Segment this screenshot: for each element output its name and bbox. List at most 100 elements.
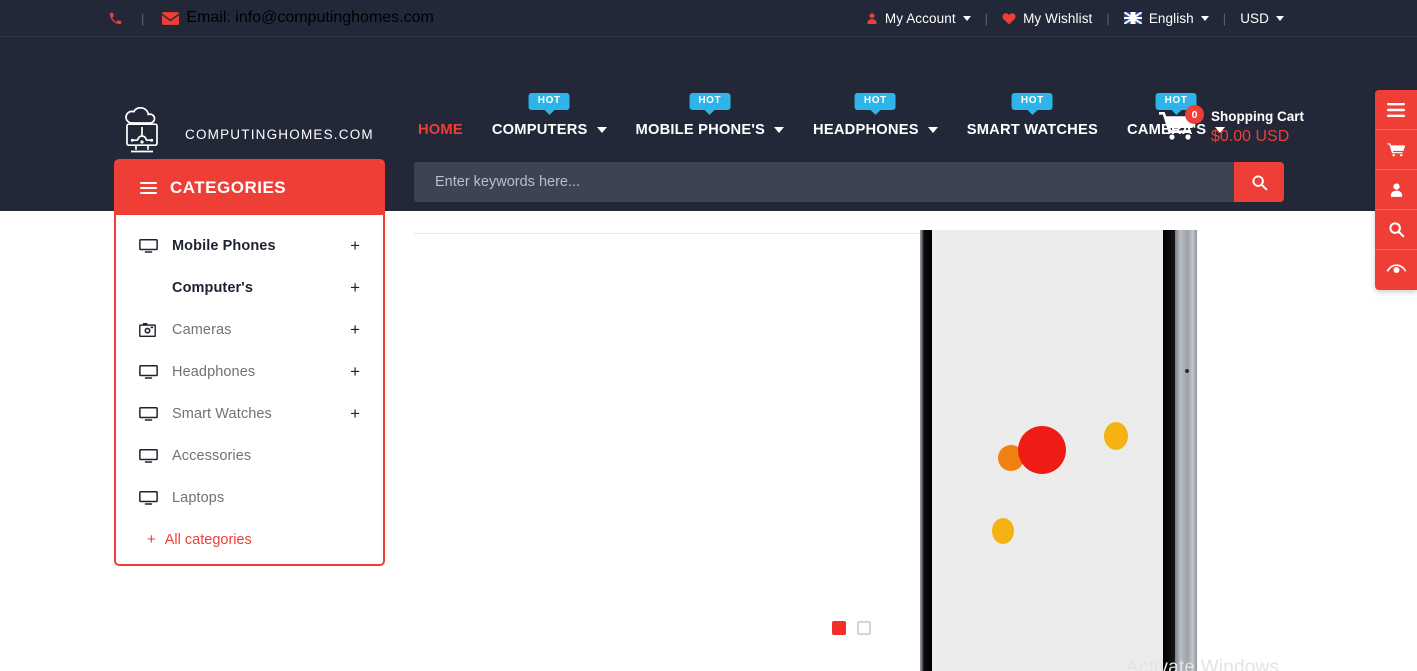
language-label: English xyxy=(1148,10,1194,26)
chevron-down-icon xyxy=(962,15,971,21)
slider-dot-1[interactable] xyxy=(832,621,846,635)
monitor-icon xyxy=(139,364,158,380)
phone-side-dot xyxy=(1185,369,1189,373)
category-label: Smart Watches xyxy=(172,406,272,422)
hamburger-icon xyxy=(140,182,157,194)
categories-header[interactable]: CATEGORIES xyxy=(116,161,383,215)
category-label: Laptops xyxy=(172,490,225,506)
nav-item-home[interactable]: HOME xyxy=(418,122,463,138)
nav-item-computers[interactable]: HOT COMPUTERS xyxy=(491,93,607,138)
nav-label: COMPUTERS xyxy=(491,122,588,138)
email-text: Email: info@computinghomes.com xyxy=(186,9,434,26)
phone-icon[interactable] xyxy=(108,11,123,26)
dock-cart-button[interactable] xyxy=(1375,130,1417,170)
hot-badge: HOT xyxy=(528,93,570,110)
decor-blob-yellow-1 xyxy=(1104,422,1128,450)
category-item-accessories[interactable]: Accessories xyxy=(116,435,383,477)
categories-title: CATEGORIES xyxy=(170,178,287,197)
phone-side-frame xyxy=(1175,230,1197,671)
hot-badge: HOT xyxy=(1011,93,1053,110)
phone-screen xyxy=(932,230,1163,671)
category-item-cameras[interactable]: Cameras + xyxy=(116,309,383,351)
topbar-separator-1: | xyxy=(141,10,145,26)
nav-label: HOME xyxy=(418,122,463,138)
all-categories-label: All categories xyxy=(164,531,252,548)
menu-list-icon xyxy=(1387,102,1405,117)
topbar-separator-4: | xyxy=(1222,10,1227,26)
shopping-cart-widget[interactable]: 0 Shopping Cart $0.00 USD xyxy=(1158,105,1304,147)
windows-activation-watermark: Activate Windows xyxy=(1126,657,1280,671)
my-account-label: My Account xyxy=(884,10,956,26)
search-icon xyxy=(1251,174,1268,191)
monitor-icon xyxy=(139,238,158,254)
monitor-icon xyxy=(139,490,158,506)
cart-text-group: Shopping Cart $0.00 USD xyxy=(1211,107,1304,147)
topbar-separator-2: | xyxy=(984,10,989,26)
cart-total-price: $0.00 USD xyxy=(1211,128,1290,145)
category-item-headphones[interactable]: Headphones + xyxy=(116,351,383,393)
category-item-computers[interactable]: Computer's + xyxy=(116,267,383,309)
dock-recently-viewed-button[interactable] xyxy=(1375,250,1417,290)
decor-blob-yellow-2 xyxy=(992,518,1014,544)
monitor-icon xyxy=(139,448,158,464)
slider-dot-2[interactable] xyxy=(857,621,871,635)
expand-plus-icon[interactable]: + xyxy=(350,362,360,382)
top-utility-bar: | Email: info@computinghomes.com My Acco… xyxy=(0,0,1417,37)
expand-plus-icon[interactable]: + xyxy=(350,278,360,298)
dock-account-button[interactable] xyxy=(1375,170,1417,210)
nav-label: MOBILE PHONE'S xyxy=(635,122,766,138)
my-wishlist-link[interactable]: My Wishlist xyxy=(1002,11,1092,26)
nav-item-smart-watches[interactable]: HOT SMART WATCHES xyxy=(966,93,1098,138)
chevron-down-icon xyxy=(1276,15,1284,21)
user-icon xyxy=(1389,182,1404,198)
nav-item-headphones[interactable]: HOT HEADPHONES xyxy=(813,93,938,138)
cart-icon[interactable]: 0 xyxy=(1158,105,1204,145)
cart-count-badge: 0 xyxy=(1185,105,1204,124)
topbar-account-group: My Account | My Wishlist | English | USD xyxy=(866,0,1284,36)
user-icon xyxy=(866,12,878,25)
dock-search-button[interactable] xyxy=(1375,210,1417,250)
category-item-smart-watches[interactable]: Smart Watches + xyxy=(116,393,383,435)
category-item-laptops[interactable]: Laptops xyxy=(116,477,383,519)
expand-plus-icon[interactable]: + xyxy=(350,236,360,256)
heart-icon xyxy=(1002,12,1016,25)
currency-selector[interactable]: USD xyxy=(1240,11,1284,26)
category-label: Accessories xyxy=(172,448,252,464)
nav-label: SMART WATCHES xyxy=(966,122,1098,138)
chevron-down-icon xyxy=(774,127,785,133)
dock-menu-button[interactable] xyxy=(1375,90,1417,130)
logo-text: COMPUTINGHOMES.COM xyxy=(185,126,374,142)
topbar-separator-3: | xyxy=(1106,10,1110,26)
monitor-icon xyxy=(139,406,158,422)
phone-side-line xyxy=(1185,260,1186,415)
search-icon xyxy=(1388,221,1405,238)
product-slider-image[interactable] xyxy=(920,230,1197,671)
language-selector[interactable]: English xyxy=(1123,10,1209,26)
search-input[interactable] xyxy=(414,162,1234,202)
categories-panel: CATEGORIES Mobile Phones + Computer's + … xyxy=(114,159,385,566)
floating-side-toolbar xyxy=(1375,90,1417,290)
decor-blob-red xyxy=(1018,426,1066,474)
uk-flag-icon xyxy=(1123,12,1142,24)
envelope-icon xyxy=(162,11,180,25)
hot-badge: HOT xyxy=(689,93,731,110)
page-root: | Email: info@computinghomes.com My Acco… xyxy=(0,0,1417,671)
chevron-down-icon xyxy=(927,127,938,133)
category-label: Cameras xyxy=(172,322,232,338)
category-item-mobile-phones[interactable]: Mobile Phones + xyxy=(116,225,383,267)
cart-icon xyxy=(1386,141,1406,158)
cloud-monitor-logo-icon xyxy=(114,107,170,161)
site-logo[interactable]: COMPUTINGHOMES.COM xyxy=(114,107,374,161)
nav-item-mobile-phones[interactable]: HOT MOBILE PHONE'S xyxy=(635,93,785,138)
plus-icon: + xyxy=(147,531,156,548)
hot-badge: HOT xyxy=(854,93,896,110)
expand-plus-icon[interactable]: + xyxy=(350,320,360,340)
topbar-contact-group: | Email: info@computinghomes.com xyxy=(108,0,434,36)
search-button[interactable] xyxy=(1234,162,1284,202)
category-label: Computer's xyxy=(172,280,253,296)
nav-label: HEADPHONES xyxy=(813,122,919,138)
all-categories-link[interactable]: + All categories xyxy=(116,519,383,550)
expand-plus-icon[interactable]: + xyxy=(350,404,360,424)
currency-label: USD xyxy=(1240,10,1269,26)
my-account-menu[interactable]: My Account xyxy=(866,11,971,26)
